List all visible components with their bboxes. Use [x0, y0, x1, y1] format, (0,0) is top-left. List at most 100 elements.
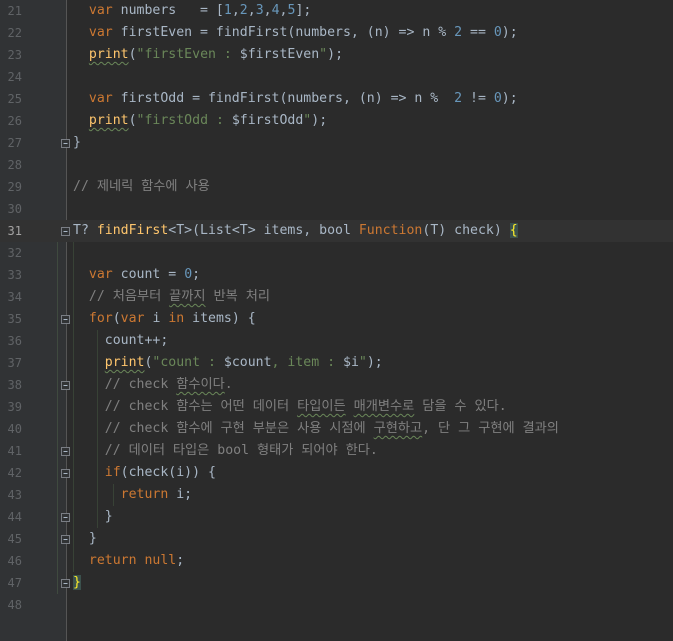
code-line[interactable]: 26 print("firstOdd : $firstOdd");	[0, 110, 673, 132]
line-number: 28	[7, 158, 22, 172]
code-editor[interactable]: 21 var numbers = [1,2,3,4,5]; 22 var firs…	[0, 0, 673, 641]
code-token: {	[509, 223, 518, 238]
code-token: firstOdd = findFirst(numbers, (n) => n %	[112, 91, 455, 106]
code-token: ;	[192, 267, 201, 282]
line-number: 40	[7, 422, 22, 436]
fold-collapse-icon[interactable]	[61, 315, 70, 324]
code-token: $firstEven	[239, 47, 320, 62]
code-line[interactable]: 31 T? findFirst<T>(List<T> items, bool Fu…	[0, 220, 673, 242]
code-line[interactable]: 28	[0, 154, 673, 176]
comment-token: 구현하고	[373, 421, 423, 436]
code-token: );	[327, 47, 344, 62]
code-token: }	[73, 135, 81, 150]
code-token: $firstOdd	[231, 113, 304, 128]
code-token: ,	[231, 3, 240, 18]
code-line[interactable]: 36 count++;	[0, 330, 673, 352]
code-token: 1	[223, 3, 232, 18]
code-line[interactable]: 34 // 처음부터 끝까지 반복 처리	[0, 286, 673, 308]
code-token: print	[88, 113, 129, 128]
line-number: 30	[7, 202, 22, 216]
code-token: return	[88, 553, 137, 568]
fold-end-icon[interactable]	[61, 447, 70, 456]
code-line[interactable]: 29 // 제네릭 함수에 사용	[0, 176, 673, 198]
code-token: var	[88, 267, 113, 282]
line-number: 38	[7, 378, 22, 392]
fold-end-icon[interactable]	[61, 139, 70, 148]
line-number: 24	[7, 70, 22, 84]
code-line[interactable]: 30	[0, 198, 673, 220]
comment-token	[346, 399, 354, 414]
code-token: i	[144, 311, 169, 326]
code-token: var	[88, 25, 113, 40]
code-token: ,	[247, 3, 256, 18]
code-line[interactable]: 45 }	[0, 528, 673, 550]
fold-end-icon[interactable]	[61, 535, 70, 544]
code-text: }	[73, 572, 81, 594]
code-line[interactable]: 35 for(var i in items) {	[0, 308, 673, 330]
line-number: 21	[7, 4, 22, 18]
code-line[interactable]: 23 print("firstEven : $firstEven");	[0, 44, 673, 66]
code-token: 3	[255, 3, 264, 18]
code-line[interactable]: 33 var count = 0;	[0, 264, 673, 286]
code-text: }	[73, 528, 97, 550]
comment-token: , 단 그 구현에 결과의	[422, 421, 559, 436]
code-line[interactable]: 46 return null;	[0, 550, 673, 572]
code-token: print	[88, 47, 129, 62]
fold-collapse-icon[interactable]	[61, 381, 70, 390]
code-line[interactable]: 41 // 데이터 타입은 bool 형태가 되어야 한다.	[0, 440, 673, 462]
line-number: 47	[7, 576, 22, 590]
code-text: var numbers = [1,2,3,4,5];	[73, 0, 311, 22]
code-line[interactable]: 47}	[0, 572, 673, 594]
code-line[interactable]: 21 var numbers = [1,2,3,4,5];	[0, 0, 673, 22]
line-number: 23	[7, 48, 22, 62]
line-number: 46	[7, 554, 22, 568]
code-token: (	[112, 311, 121, 326]
code-text: var firstEven = findFirst(numbers, (n) =…	[73, 22, 518, 44]
comment-token: 타입이든	[297, 399, 346, 414]
code-token: (check(i)) {	[120, 465, 216, 480]
code-text: count++;	[73, 330, 169, 352]
line-number: 37	[7, 356, 22, 370]
line-number: 27	[7, 136, 22, 150]
code-line[interactable]: 40 // check 함수에 구현 부분은 사용 시점에 구현하고, 단 그 …	[0, 418, 673, 440]
code-line[interactable]: 27}	[0, 132, 673, 154]
code-text: }	[73, 132, 81, 154]
code-line[interactable]: 44 }	[0, 506, 673, 528]
code-text: // check 함수는 어떤 데이터 타입이든 매개변수로 담을 수 있다.	[73, 396, 507, 418]
line-number: 29	[7, 180, 22, 194]
code-text: var count = 0;	[73, 264, 200, 286]
fold-collapse-icon[interactable]	[61, 469, 70, 478]
code-token: "firstOdd :	[136, 113, 232, 128]
code-line[interactable]: 25 var firstOdd = findFirst(numbers, (n)…	[0, 88, 673, 110]
code-line[interactable]: 22 var firstEven = findFirst(numbers, (n…	[0, 22, 673, 44]
fold-end-icon[interactable]	[61, 513, 70, 522]
code-line[interactable]: 48	[0, 594, 673, 616]
code-line[interactable]: 24	[0, 66, 673, 88]
indent-guide	[113, 484, 114, 506]
fold-end-icon[interactable]	[61, 579, 70, 588]
code-line[interactable]: 37 print("count : $count, item : $i");	[0, 352, 673, 374]
code-token: $i	[343, 355, 359, 370]
code-token: );	[501, 91, 518, 106]
code-token: if	[104, 465, 121, 480]
code-token: items) {	[184, 311, 256, 326]
code-line[interactable]: 38 // check 함수이다.	[0, 374, 673, 396]
code-token: i;	[168, 487, 193, 502]
code-token: in	[168, 311, 185, 326]
code-line[interactable]: 43 return i;	[0, 484, 673, 506]
code-line[interactable]: 42 if(check(i)) {	[0, 462, 673, 484]
code-token: count =	[112, 267, 185, 282]
code-line[interactable]: 39 // check 함수는 어떤 데이터 타입이든 매개변수로 담을 수 있…	[0, 396, 673, 418]
code-line[interactable]: 32	[0, 242, 673, 264]
code-text: // 데이터 타입은 bool 형태가 되어야 한다.	[73, 440, 378, 462]
fold-collapse-icon[interactable]	[61, 227, 70, 236]
line-number: 32	[7, 246, 22, 260]
comment-token: 함수이다	[176, 377, 225, 392]
code-token: for	[88, 311, 113, 326]
comment-token: // check	[73, 377, 177, 392]
